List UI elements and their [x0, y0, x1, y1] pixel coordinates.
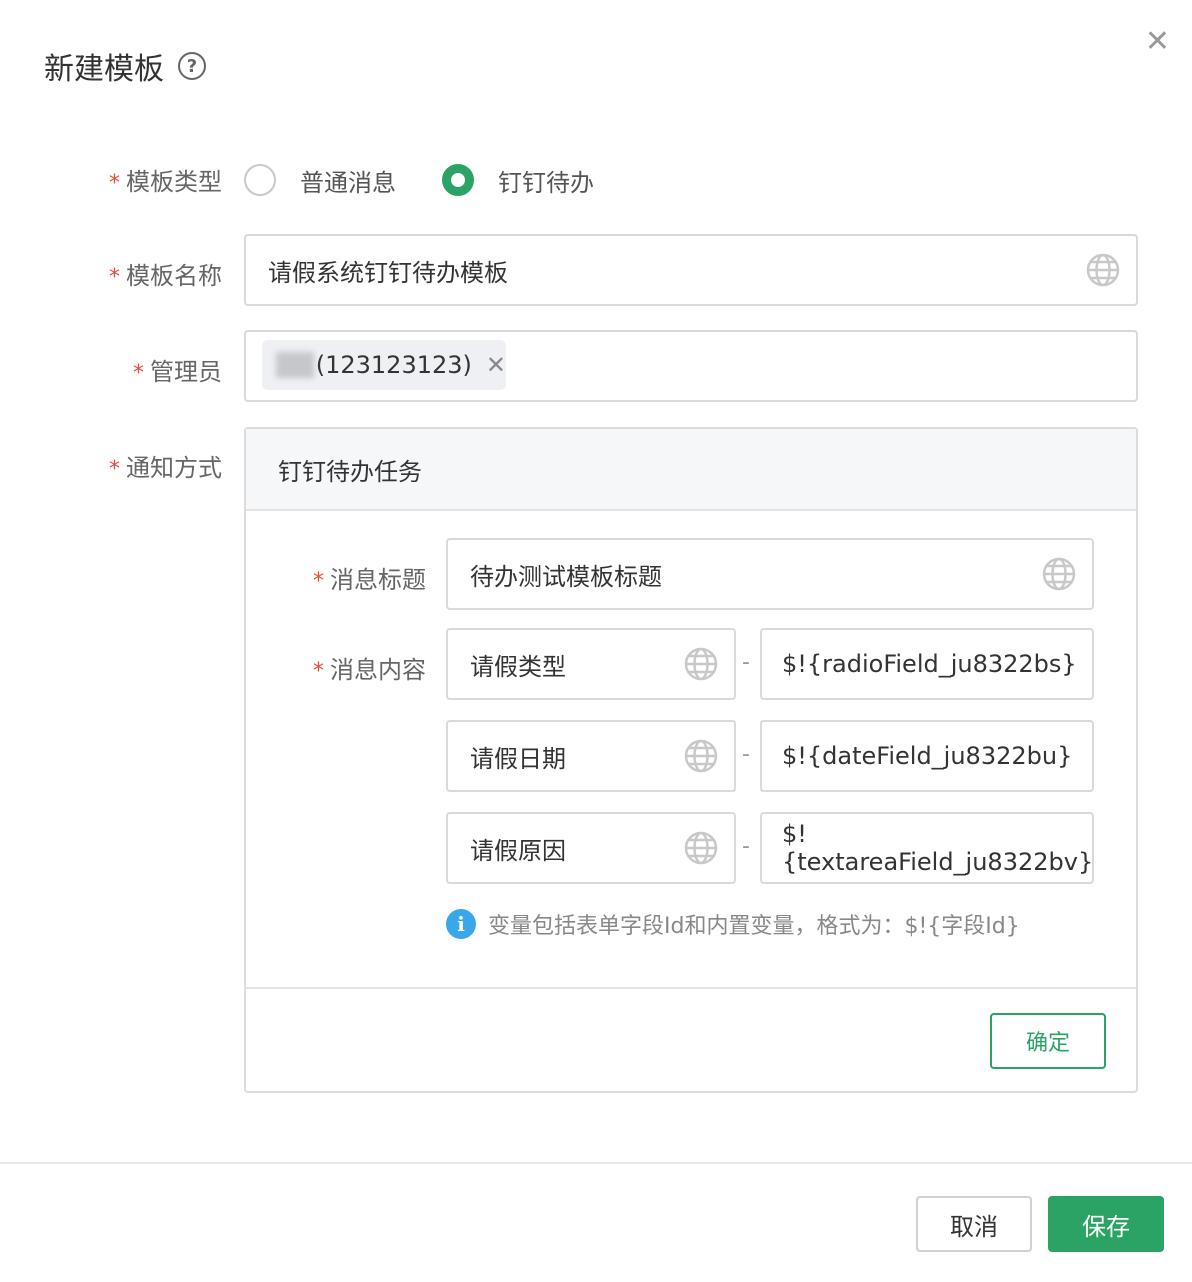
- content-value-input[interactable]: $!{textareaField_ju8322bv}: [760, 812, 1094, 884]
- content-key-input[interactable]: 请假原因: [446, 812, 736, 884]
- message-title-input[interactable]: 待办测试模板标题: [446, 538, 1094, 610]
- required-mark: *: [109, 457, 120, 482]
- radio-label: 普通消息: [300, 168, 396, 197]
- message-content-label: * 消息内容: [313, 656, 426, 684]
- radio-circle[interactable]: [244, 164, 276, 196]
- required-mark: *: [109, 265, 120, 290]
- notify-method-label: * 通知方式: [109, 454, 222, 482]
- required-mark: *: [313, 659, 324, 684]
- confirm-button[interactable]: 确定: [990, 1013, 1106, 1069]
- tag-remove-icon[interactable]: ✕: [486, 351, 506, 379]
- panel-footer: 确定: [246, 987, 1136, 1093]
- globe-icon[interactable]: [684, 647, 718, 681]
- template-name-label: * 模板名称: [109, 262, 222, 290]
- globe-icon[interactable]: [684, 831, 718, 865]
- message-title-value: 待办测试模板标题: [470, 562, 662, 591]
- content-value: $!{radioField_ju8322bs}: [782, 650, 1077, 678]
- template-type-radio-group: 普通消息 钉钉待办: [244, 160, 640, 200]
- radio-circle[interactable]: [442, 164, 474, 196]
- admin-tag-text: (123123123): [315, 351, 472, 379]
- content-key-input[interactable]: 请假类型: [446, 628, 736, 700]
- required-mark: *: [133, 361, 144, 386]
- save-button[interactable]: 保存: [1048, 1196, 1164, 1252]
- content-value-input[interactable]: $!{dateField_ju8322bu}: [760, 720, 1094, 792]
- globe-icon[interactable]: [1086, 253, 1120, 287]
- separator: -: [742, 650, 750, 675]
- template-type-label: * 模板类型: [109, 168, 222, 196]
- message-title-label: * 消息标题: [313, 566, 426, 594]
- panel-title: 钉钉待办任务: [246, 429, 1136, 511]
- radio-label: 钉钉待办: [498, 168, 594, 197]
- globe-icon[interactable]: [684, 739, 718, 773]
- required-mark: *: [313, 569, 324, 594]
- admin-tag: (123123123) ✕: [262, 340, 506, 390]
- footer-divider: [0, 1162, 1192, 1164]
- cancel-button[interactable]: 取消: [916, 1196, 1032, 1252]
- new-template-dialog: 新建模板 ? ✕ * 模板类型 普通消息 钉钉待办 * 模板名称 请假系统钉钉待办模…: [0, 0, 1192, 1282]
- required-mark: *: [109, 171, 120, 196]
- blurred-name: [276, 352, 314, 378]
- separator: -: [742, 834, 750, 859]
- admin-label: * 管理员: [133, 358, 222, 386]
- help-icon[interactable]: ?: [178, 52, 206, 80]
- content-key-value: 请假类型: [470, 652, 566, 681]
- radio-normal-message[interactable]: 普通消息: [244, 163, 396, 198]
- info-icon: i: [446, 909, 476, 939]
- template-name-value: 请假系统钉钉待办模板: [268, 258, 508, 287]
- content-key-value: 请假原因: [470, 836, 566, 865]
- content-key-value: 请假日期: [470, 744, 566, 773]
- dialog-title-text: 新建模板: [44, 52, 164, 87]
- content-value-input[interactable]: $!{radioField_ju8322bs}: [760, 628, 1094, 700]
- content-key-input[interactable]: 请假日期: [446, 720, 736, 792]
- separator: -: [742, 742, 750, 767]
- globe-icon[interactable]: [1042, 557, 1076, 591]
- close-icon[interactable]: ✕: [1145, 24, 1170, 59]
- radio-dingtalk-todo[interactable]: 钉钉待办: [442, 163, 594, 198]
- content-value: $!{dateField_ju8322bu}: [782, 742, 1073, 770]
- dialog-title: 新建模板 ?: [44, 44, 206, 88]
- hint-text: 变量包括表单字段Id和内置变量，格式为：$!{字段Id}: [488, 914, 1020, 939]
- content-value: $!{textareaField_ju8322bv}: [782, 820, 1094, 876]
- template-name-input[interactable]: 请假系统钉钉待办模板: [244, 234, 1138, 306]
- variable-hint: i 变量包括表单字段Id和内置变量，格式为：$!{字段Id}: [446, 908, 1020, 940]
